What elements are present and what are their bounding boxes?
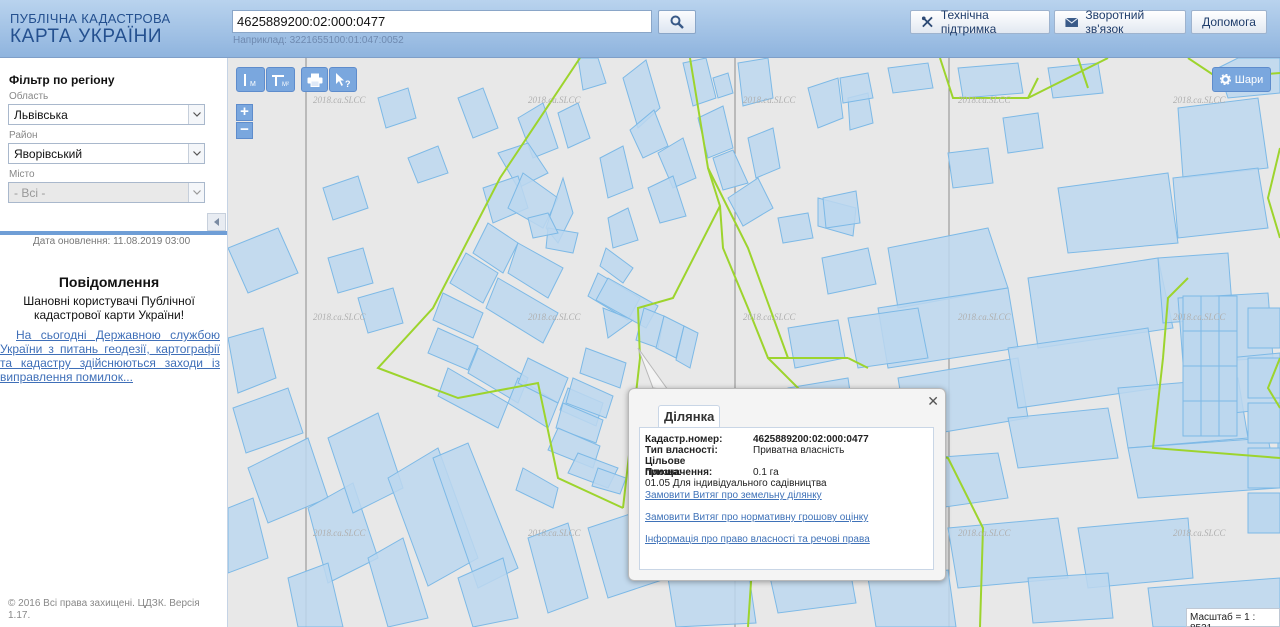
update-date: Дата оновлення: 11.08.2019 03:00: [33, 236, 191, 247]
parcel-row-ownership: Тип власності: Приватна власність: [645, 445, 844, 456]
parcel-info-popup: ✕ Ділянка Кадастр.номер: 4625889200:02:00…: [628, 388, 946, 581]
map-watermark: 2018.сa.SLCC: [958, 528, 1012, 538]
map-watermark: 2018.сa.SLCC: [1173, 312, 1227, 322]
row-value: 4625889200:02:000:0477: [753, 434, 869, 445]
logo-line-1: ПУБЛІЧНА КАДАСТРОВА: [10, 11, 171, 26]
sidebar-divider: [0, 231, 227, 235]
raion-label: Район: [9, 130, 38, 141]
envelope-icon: [1065, 17, 1079, 27]
feedback-button[interactable]: Зворотний зв'язок: [1054, 8, 1186, 36]
message-title: Повідомлення: [58, 274, 160, 290]
tech-support-button[interactable]: Технічна підтримка: [910, 8, 1050, 36]
row-value: 01.05 Для індивідуального садівництва: [645, 478, 827, 489]
tab-parcel[interactable]: Ділянка: [658, 405, 721, 427]
print-button[interactable]: [301, 67, 328, 92]
message-subtitle: Шановні користувачі Публічної кадастрово…: [23, 294, 195, 322]
row-value: 0.1 га: [753, 467, 779, 478]
cursor-question-icon: ?: [336, 72, 351, 88]
collapse-sidebar-button[interactable]: [207, 213, 226, 231]
parcel-row-area: Площа: 0.1 га: [645, 467, 779, 478]
chevron-down-icon: [188, 105, 204, 124]
row-key: Кадастр.номер:: [645, 434, 723, 445]
parcel-details: Кадастр.номер: 4625889200:02:000:0477 Тип…: [639, 427, 934, 570]
search-hint: Наприклад: 3221655100:01:047:0052: [233, 35, 404, 46]
filter-title: Фільтр по регіону: [9, 73, 115, 87]
scale-indicator: Масштаб = 1 : 8531: [1186, 608, 1280, 627]
zoom-in-button[interactable]: +: [236, 104, 253, 121]
area-ruler-icon: M²: [271, 74, 289, 88]
identify-button[interactable]: ?: [329, 67, 357, 92]
svg-text:?: ?: [345, 79, 351, 88]
row-key: Тип власності:: [645, 445, 718, 456]
oblast-select[interactable]: Львівська: [8, 104, 205, 125]
misto-value: - Всі -: [14, 186, 46, 200]
map-watermark: 2018.сa.SLCC: [313, 312, 367, 322]
map-watermark: 2018.сa.SLCC: [1173, 95, 1227, 105]
raion-value: Яворівський: [14, 147, 83, 161]
parcel-row-cadastral: Кадастр.номер: 4625889200:02:000:0477: [645, 434, 869, 445]
map-watermark: 2018.сa.SLCC: [743, 95, 797, 105]
logo-line-2: КАРТА УКРАЇНИ: [10, 26, 163, 47]
cadastral-search-input[interactable]: [232, 10, 652, 33]
map-watermark: 2018.сa.SLCC: [528, 528, 582, 538]
message-link[interactable]: На сьогодні Державною службою України з …: [0, 328, 220, 384]
oblast-label: Область: [9, 91, 49, 102]
chevron-left-icon: [213, 218, 219, 226]
ownership-info-link[interactable]: Інформація про право власності та речові…: [645, 534, 870, 545]
region-sidebar: Фільтр по регіону Область Львівська Райо…: [0, 58, 228, 627]
copyright: © 2016 Всі права захищені. ЦДЗК. Версія …: [8, 598, 200, 621]
search-icon: [670, 15, 684, 29]
row-value: Приватна власність: [753, 445, 845, 456]
map-watermark: 2018.сa.SLCC: [528, 95, 582, 105]
popup-pointer: [637, 347, 670, 391]
search-button[interactable]: [658, 10, 696, 34]
help-label: Допомога: [1202, 15, 1256, 29]
svg-text:M²: M²: [282, 82, 289, 88]
measure-length-button[interactable]: M: [236, 67, 265, 92]
feedback-label: Зворотний зв'язок: [1085, 8, 1145, 36]
map-watermark: 2018.сa.SLCC: [958, 312, 1012, 322]
map-watermark: 2018.сa.SLCC: [743, 312, 797, 322]
order-valuation-extract-link[interactable]: Замовити Витяг про нормативну грошову оц…: [645, 512, 868, 523]
tech-support-label: Технічна підтримка: [940, 8, 997, 36]
tools-icon: [921, 16, 933, 28]
layers-label: Шари: [1234, 73, 1264, 86]
misto-label: Місто: [9, 169, 35, 180]
order-parcel-extract-link[interactable]: Замовити Витяг про земельну ділянку: [645, 490, 822, 501]
map-watermark: 2018.сa.SLCC: [958, 95, 1012, 105]
map-watermark: 2018.сa.SLCC: [313, 528, 367, 538]
ruler-icon: M: [243, 73, 256, 88]
printer-icon: [307, 73, 322, 87]
measure-area-button[interactable]: M²: [266, 67, 295, 92]
oblast-value: Львівська: [14, 108, 68, 122]
chevron-down-icon: [188, 144, 204, 163]
misto-select: - Всі -: [8, 182, 205, 203]
layers-button[interactable]: Шари: [1212, 67, 1271, 92]
row-key: Площа:: [645, 467, 682, 478]
map-watermark: 2018.сa.SLCC: [313, 95, 367, 105]
cadastral-map[interactable]: 2018.сa.SLCC 2018.сa.SLCC 2018.сa.SLCC 2…: [228, 58, 1280, 627]
header-bar: ПУБЛІЧНА КАДАСТРОВА КАРТА УКРАЇНИ Наприк…: [0, 0, 1280, 58]
chevron-down-icon: [188, 183, 204, 202]
gear-icon: [1219, 74, 1231, 85]
site-logo[interactable]: ПУБЛІЧНА КАДАСТРОВА КАРТА УКРАЇНИ: [10, 12, 170, 46]
map-watermark: 2018.сa.SLCC: [1173, 528, 1227, 538]
residential-grid[interactable]: [1182, 295, 1280, 534]
help-button[interactable]: Допомога: [1191, 10, 1267, 34]
zoom-out-button[interactable]: −: [236, 122, 253, 139]
close-icon[interactable]: ✕: [927, 393, 939, 410]
raion-select[interactable]: Яворівський: [8, 143, 205, 164]
map-watermark: 2018.сa.SLCC: [528, 312, 582, 322]
svg-text:M: M: [250, 81, 256, 88]
